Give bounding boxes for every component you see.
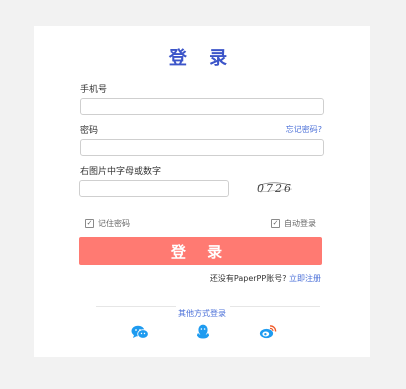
phone-input[interactable]: [80, 98, 324, 115]
captcha-label: 右图片中字母或数字: [80, 167, 162, 177]
wechat-icon[interactable]: [131, 324, 149, 343]
qq-icon[interactable]: [196, 324, 210, 343]
password-label: 密码: [80, 126, 99, 136]
checkbox-check-icon: ✓: [85, 219, 94, 228]
password-input[interactable]: [80, 139, 324, 156]
other-login-methods: 其他方式登录: [34, 301, 370, 320]
captcha-text: 0726: [257, 182, 293, 195]
remember-password-label: 记住密码: [98, 219, 130, 228]
captcha-input[interactable]: [79, 180, 229, 197]
login-button[interactable]: 登 录: [79, 237, 322, 265]
login-card: 登 录 手机号 密码 忘记密码? 右图片中字母或数字 0726 ✓ 记住密码 ✓…: [34, 26, 370, 357]
weibo-icon[interactable]: [259, 324, 277, 343]
page-title: 登 录: [168, 48, 236, 69]
auto-login-checkbox[interactable]: ✓ 自动登录: [271, 218, 316, 229]
phone-label: 手机号: [80, 85, 108, 95]
forgot-password-link[interactable]: 忘记密码?: [286, 124, 322, 135]
auto-login-label: 自动登录: [284, 219, 316, 228]
remember-password-checkbox[interactable]: ✓ 记住密码: [85, 218, 130, 229]
captcha-image[interactable]: 0726: [256, 180, 296, 198]
register-prompt: 还没有PaperPP账号? 立即注册: [210, 273, 321, 284]
checkbox-check-icon: ✓: [271, 219, 280, 228]
register-link[interactable]: 立即注册: [289, 274, 321, 283]
other-methods-label: 其他方式登录: [172, 309, 232, 318]
no-account-text: 还没有PaperPP账号?: [209, 274, 287, 283]
